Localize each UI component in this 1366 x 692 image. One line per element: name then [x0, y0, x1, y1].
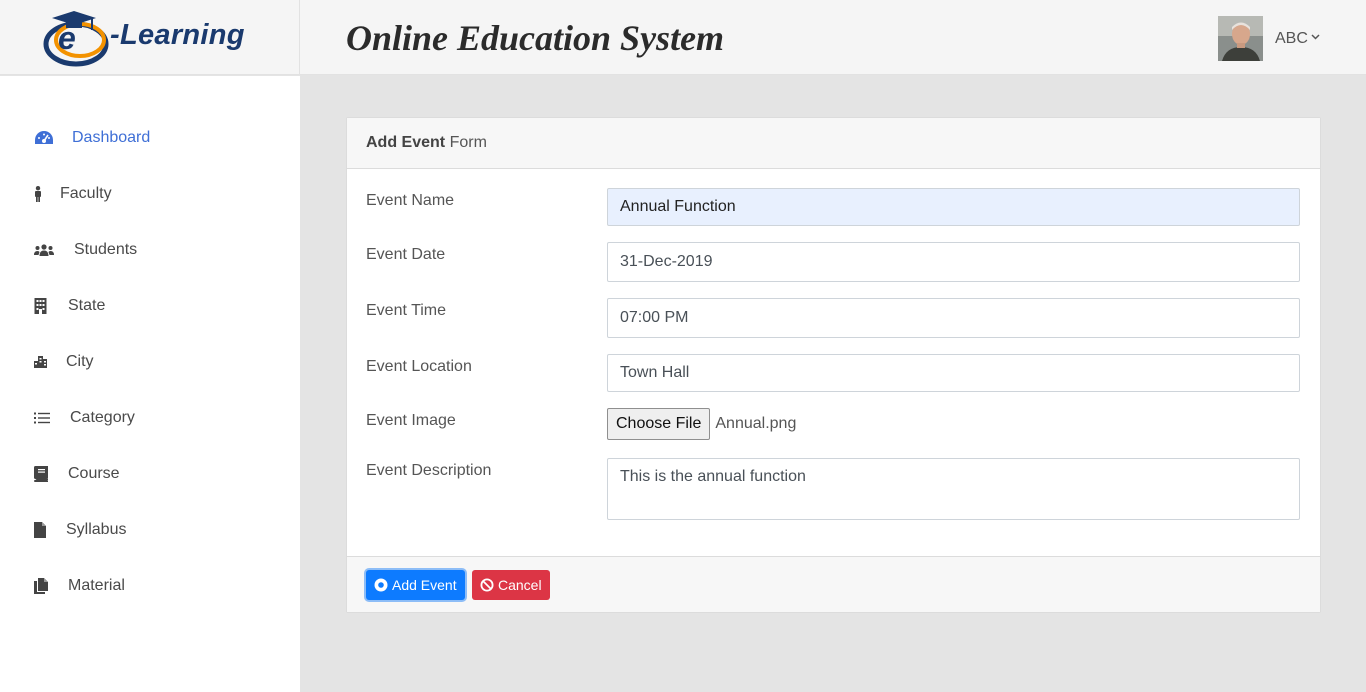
event-location-label: Event Location — [366, 358, 472, 375]
card-header: Add Event Form — [347, 118, 1320, 169]
sidebar-item-material[interactable]: Material — [34, 574, 125, 598]
event-date-input[interactable]: 31-Dec-2019 — [607, 242, 1300, 282]
graduation-cap-logo-icon — [43, 11, 109, 67]
sidebar-item-state[interactable]: State — [34, 294, 105, 318]
book-icon — [34, 464, 68, 484]
form-title-rest: Form — [445, 134, 487, 151]
sidebar-item-city[interactable]: City — [34, 350, 94, 374]
event-name-label: Event Name — [366, 192, 455, 209]
sidebar-item-syllabus[interactable]: Syllabus — [34, 518, 126, 542]
chevron-down-icon — [1311, 32, 1320, 43]
sidebar-item-label: State — [68, 297, 106, 314]
add-event-button-label: Add Event — [392, 577, 457, 593]
top-bar: e -Learning Online Education System ABC — [0, 0, 1366, 75]
files-icon — [34, 576, 68, 596]
cancel-button[interactable]: Cancel — [472, 570, 550, 600]
list-icon — [34, 408, 70, 428]
ban-icon — [480, 578, 494, 592]
card-footer: Add Event Cancel — [347, 556, 1320, 612]
dashboard-icon — [34, 128, 72, 148]
sidebar-item-label: Syllabus — [66, 521, 127, 538]
avatar — [1218, 16, 1263, 61]
event-date-label: Event Date — [366, 246, 446, 263]
person-icon — [34, 184, 60, 204]
sidebar-item-label: City — [66, 353, 94, 370]
event-image-label: Event Image — [366, 412, 456, 429]
selected-file-name: Annual.png — [715, 415, 797, 432]
sidebar-item-category[interactable]: Category — [34, 406, 135, 430]
logo-letter: e — [58, 20, 76, 56]
event-description-textarea[interactable]: This is the annual function — [607, 458, 1300, 520]
logo-text: -Learning — [110, 19, 245, 51]
event-description-label: Event Description — [366, 462, 492, 479]
sidebar-item-dashboard[interactable]: Dashboard — [34, 126, 150, 150]
sidebar-item-label: Faculty — [60, 185, 112, 202]
city-icon — [34, 352, 66, 372]
building-icon — [34, 296, 68, 316]
user-menu[interactable]: ABC — [1218, 16, 1320, 61]
sidebar: Dashboard Faculty Students State City Ca… — [0, 76, 300, 692]
users-icon — [34, 240, 74, 260]
sidebar-item-label: Category — [70, 409, 135, 426]
form-title-bold: Add Event — [366, 134, 446, 151]
cancel-button-label: Cancel — [498, 577, 542, 593]
sidebar-item-label: Course — [68, 465, 120, 482]
logo[interactable]: e -Learning — [0, 0, 300, 75]
sidebar-item-label: Students — [74, 241, 138, 258]
event-location-input[interactable]: Town Hall — [607, 354, 1300, 392]
event-name-input[interactable]: Annual Function — [607, 188, 1300, 226]
event-time-label: Event Time — [366, 302, 447, 319]
event-image-file-input: Choose File Annual.png — [607, 408, 796, 440]
plus-circle-icon — [374, 578, 388, 592]
sidebar-item-students[interactable]: Students — [34, 238, 137, 262]
app-title: Online Education System — [346, 18, 725, 58]
add-event-form-card: Add Event Form Event Name Annual Functio… — [346, 117, 1321, 613]
file-icon — [34, 520, 66, 540]
user-name: ABC — [1275, 29, 1308, 47]
sidebar-item-label: Material — [68, 577, 125, 594]
sidebar-item-course[interactable]: Course — [34, 462, 120, 486]
sidebar-item-faculty[interactable]: Faculty — [34, 182, 112, 206]
event-time-input[interactable]: 07:00 PM — [607, 298, 1300, 338]
add-event-button[interactable]: Add Event — [366, 570, 465, 600]
choose-file-button[interactable]: Choose File — [607, 408, 711, 440]
sidebar-item-label: Dashboard — [72, 129, 151, 146]
